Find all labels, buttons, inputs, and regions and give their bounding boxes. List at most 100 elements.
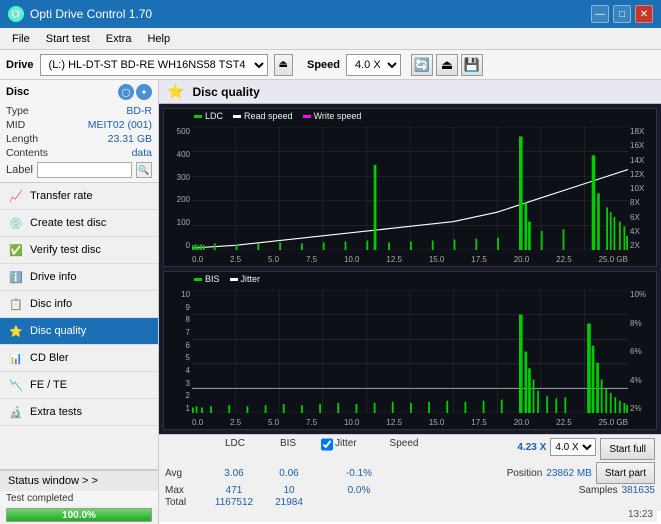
title-bar: 💿 Opti Drive Control 1.70 — □ ✕ <box>0 0 661 28</box>
avg-ldc: 3.06 <box>205 468 263 479</box>
bis-chart: BIS Jitter 10987654321 10%8%6%4%2% 0.02.… <box>163 271 657 430</box>
main-layout: Disc ◯ ✦ Type BD-R MID MEIT02 (001) Leng… <box>0 80 661 524</box>
jitter-dot <box>230 278 238 281</box>
sidebar-item-create-test-disc[interactable]: 💿 Create test disc <box>0 210 158 237</box>
status-window-button[interactable]: Status window > > <box>0 470 158 491</box>
chart1-svg <box>192 127 628 250</box>
max-label: Max <box>165 485 201 496</box>
sidebar-item-drive-info[interactable]: ℹ️ Drive info <box>0 264 158 291</box>
drive-toolbar: 🔄 ⏏ 💾 <box>411 54 483 76</box>
jitter-checkbox[interactable] <box>321 438 333 451</box>
charts-area: LDC Read speed Write speed 5004003002001… <box>159 104 661 434</box>
disc-panel: Disc ◯ ✦ Type BD-R MID MEIT02 (001) Leng… <box>0 80 158 183</box>
eject-button[interactable]: ⏏ <box>274 54 293 76</box>
sidebar-item-transfer-rate[interactable]: 📈 Transfer rate <box>0 183 158 210</box>
sidebar-item-fe-te[interactable]: 📉 FE / TE <box>0 372 158 399</box>
chart2-y-axis-right: 10%8%6%4%2% <box>628 290 656 413</box>
total-bis: 21984 <box>267 497 311 508</box>
speed-select-stat[interactable]: 4.0 X <box>550 438 596 456</box>
fe-te-icon: 📉 <box>8 377 24 393</box>
chart1-y-axis-left: 5004003002001000 <box>164 127 192 250</box>
sidebar-item-cd-bler[interactable]: 📊 CD Bler <box>0 345 158 372</box>
cd-bler-label: CD Bler <box>30 352 69 364</box>
refresh-button[interactable]: 🔄 <box>411 54 433 76</box>
position-val: 23862 MB <box>546 468 592 479</box>
samples-val: 381635 <box>622 485 655 496</box>
minimize-button[interactable]: — <box>591 5 609 23</box>
maximize-button[interactable]: □ <box>613 5 631 23</box>
speed-header: Speed <box>381 438 427 451</box>
start-full-button[interactable]: Start full <box>600 438 655 460</box>
drive-info-icon: ℹ️ <box>8 269 24 285</box>
menu-file[interactable]: File <box>4 31 38 47</box>
disc-info-icon: 📋 <box>8 296 24 312</box>
menu-help[interactable]: Help <box>139 31 178 47</box>
app-icon: 💿 <box>8 6 24 22</box>
cd-bler-icon: 📊 <box>8 350 24 366</box>
chart2-x-axis: 0.02.55.07.510.012.515.017.520.022.525.0… <box>192 418 628 427</box>
speed-select[interactable]: 4.0 X <box>346 54 401 76</box>
label-label: Label <box>6 164 33 176</box>
length-value: 23.31 GB <box>108 133 152 145</box>
bis-dot <box>194 278 202 281</box>
menu-extra[interactable]: Extra <box>98 31 140 47</box>
position-label: Position <box>507 468 543 479</box>
close-button[interactable]: ✕ <box>635 5 653 23</box>
avg-label: Avg <box>165 468 201 479</box>
legend-ldc: LDC <box>194 111 223 121</box>
drive-select[interactable]: (L:) HL-DT-ST BD-RE WH16NS58 TST4 <box>40 54 268 76</box>
verify-test-disc-icon: ✅ <box>8 242 24 258</box>
sidebar-item-verify-test-disc[interactable]: ✅ Verify test disc <box>0 237 158 264</box>
chart1-x-axis: 0.02.55.07.510.012.515.017.520.022.525.0… <box>192 255 628 264</box>
read-speed-dot <box>233 115 241 118</box>
app-title: Opti Drive Control 1.70 <box>30 7 152 21</box>
speed-label: Speed <box>307 59 340 71</box>
window-controls: — □ ✕ <box>591 5 653 23</box>
start-part-button[interactable]: Start part <box>596 462 655 484</box>
max-bis: 10 <box>267 485 311 496</box>
create-test-disc-label: Create test disc <box>30 217 106 229</box>
contents-label: Contents <box>6 147 48 159</box>
samples-label: Samples <box>579 485 618 496</box>
sidebar: Disc ◯ ✦ Type BD-R MID MEIT02 (001) Leng… <box>0 80 159 524</box>
sidebar-nav: 📈 Transfer rate 💿 Create test disc ✅ Ver… <box>0 183 158 469</box>
save-button[interactable]: 💾 <box>461 54 483 76</box>
mid-label: MID <box>6 119 25 131</box>
scan-button[interactable]: 🔍 <box>136 162 152 178</box>
length-label: Length <box>6 133 38 145</box>
legend-bis: BIS <box>194 274 220 284</box>
drive-label: Drive <box>6 59 34 71</box>
type-label: Type <box>6 105 29 117</box>
avg-bis: 0.06 <box>267 468 311 479</box>
legend-jitter: Jitter <box>230 274 261 284</box>
write-speed-dot <box>303 115 311 118</box>
sidebar-item-disc-info[interactable]: 📋 Disc info <box>0 291 158 318</box>
sidebar-item-extra-tests[interactable]: 🔬 Extra tests <box>0 399 158 426</box>
jitter-header: Jitter <box>335 438 381 451</box>
total-label: Total <box>165 497 201 508</box>
ldc-chart: LDC Read speed Write speed 5004003002001… <box>163 108 657 267</box>
disc-quality-header: ⭐ Disc quality <box>159 80 661 104</box>
disc-quality-icon: ⭐ <box>8 323 24 339</box>
eject2-button[interactable]: ⏏ <box>436 54 458 76</box>
sidebar-item-disc-quality[interactable]: ⭐ Disc quality <box>0 318 158 345</box>
drive-bar: Drive (L:) HL-DT-ST BD-RE WH16NS58 TST4 … <box>0 50 661 80</box>
disc-panel-title: Disc <box>6 86 29 98</box>
avg-jitter: -0.1% <box>331 468 387 479</box>
total-ldc: 1167512 <box>205 497 263 508</box>
disc-icon-1: ◯ <box>118 84 134 100</box>
menu-bar: File Start test Extra Help <box>0 28 661 50</box>
type-value: BD-R <box>126 105 152 117</box>
extra-tests-icon: 🔬 <box>8 404 24 420</box>
ldc-header: LDC <box>205 438 265 451</box>
max-ldc: 471 <box>205 485 263 496</box>
disc-quality-title: Disc quality <box>192 85 259 99</box>
label-input[interactable] <box>37 162 132 178</box>
chart1-y-axis-right: 18X16X14X12X10X8X6X4X2X <box>628 127 656 250</box>
max-jitter: 0.0% <box>331 485 387 496</box>
verify-test-disc-label: Verify test disc <box>30 244 101 256</box>
ldc-dot <box>194 115 202 118</box>
fe-te-label: FE / TE <box>30 379 67 391</box>
menu-start-test[interactable]: Start test <box>38 31 98 47</box>
legend-write-speed: Write speed <box>303 111 362 121</box>
